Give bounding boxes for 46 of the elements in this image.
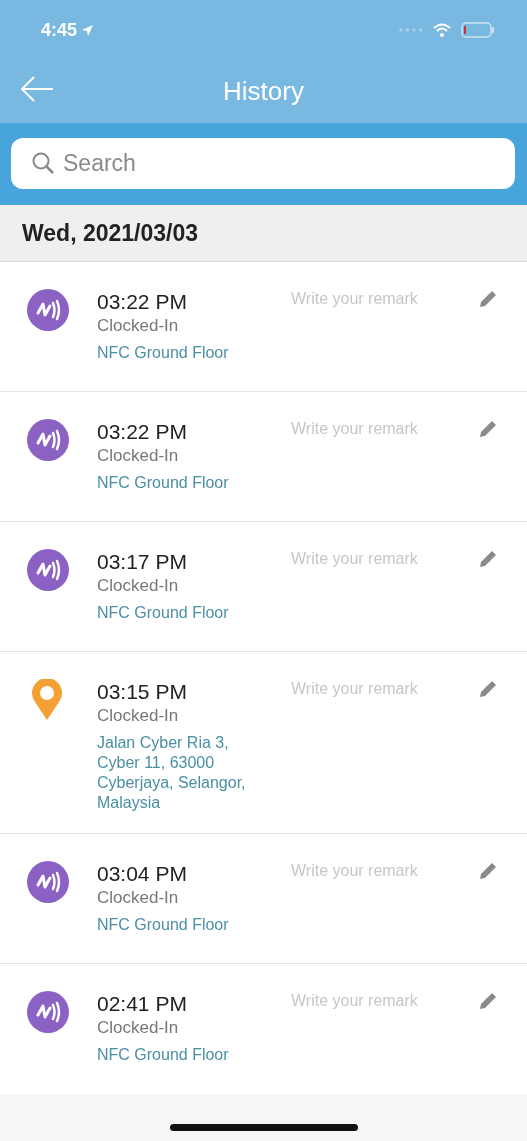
record-location: NFC Ground Floor bbox=[97, 1045, 230, 1065]
remark-field[interactable]: Write your remark bbox=[291, 861, 451, 881]
date-heading: Wed, 2021/03/03 bbox=[22, 219, 199, 247]
wifi-icon bbox=[433, 23, 451, 37]
status-time: 4:45 bbox=[41, 19, 78, 41]
record-status: Clocked-In bbox=[97, 575, 180, 597]
search-icon bbox=[32, 152, 54, 174]
pencil-icon[interactable] bbox=[478, 679, 498, 699]
record-time: 02:41 PM bbox=[97, 991, 188, 1017]
record-time: 03:17 PM bbox=[97, 549, 188, 575]
nfc-icon bbox=[27, 289, 69, 331]
record-time: 03:22 PM bbox=[97, 289, 188, 315]
signal-icon bbox=[399, 28, 423, 32]
record-location: Jalan Cyber Ria 3, Cyber 11, 63000 Cyberjaya, Selangor, Malaysia bbox=[97, 733, 247, 813]
record-status: Clocked-In bbox=[97, 445, 180, 467]
location-arrow-icon bbox=[81, 23, 95, 37]
record-time: 03:04 PM bbox=[97, 861, 188, 887]
record-location: NFC Ground Floor bbox=[97, 915, 230, 935]
pencil-icon[interactable] bbox=[478, 991, 498, 1011]
pencil-icon[interactable] bbox=[478, 289, 498, 309]
back-button[interactable] bbox=[20, 74, 56, 104]
record-status: Clocked-In bbox=[97, 1017, 180, 1039]
pencil-icon[interactable] bbox=[478, 419, 498, 439]
pencil-icon[interactable] bbox=[478, 549, 498, 569]
record-location: NFC Ground Floor bbox=[97, 343, 230, 363]
nfc-icon bbox=[27, 549, 69, 591]
remark-field[interactable]: Write your remark bbox=[291, 991, 451, 1011]
remark-field[interactable]: Write your remark bbox=[291, 679, 451, 699]
record-location: NFC Ground Floor bbox=[97, 473, 230, 493]
record-status: Clocked-In bbox=[97, 887, 180, 909]
page-title: History bbox=[223, 76, 304, 107]
pencil-icon[interactable] bbox=[478, 861, 498, 881]
nfc-icon bbox=[27, 991, 69, 1033]
map-pin-icon bbox=[31, 679, 63, 721]
record-status: Clocked-In bbox=[97, 705, 180, 727]
record-time: 03:15 PM bbox=[97, 679, 188, 705]
remark-field[interactable]: Write your remark bbox=[291, 419, 451, 439]
remark-field[interactable]: Write your remark bbox=[291, 549, 451, 569]
nfc-icon bbox=[27, 861, 69, 903]
battery-icon bbox=[461, 22, 495, 38]
record-time: 03:22 PM bbox=[97, 419, 188, 445]
nfc-icon bbox=[27, 419, 69, 461]
record-location: NFC Ground Floor bbox=[97, 603, 230, 623]
search-field[interactable]: Search bbox=[11, 138, 515, 189]
remark-field[interactable]: Write your remark bbox=[291, 289, 451, 309]
record-status: Clocked-In bbox=[97, 315, 180, 337]
